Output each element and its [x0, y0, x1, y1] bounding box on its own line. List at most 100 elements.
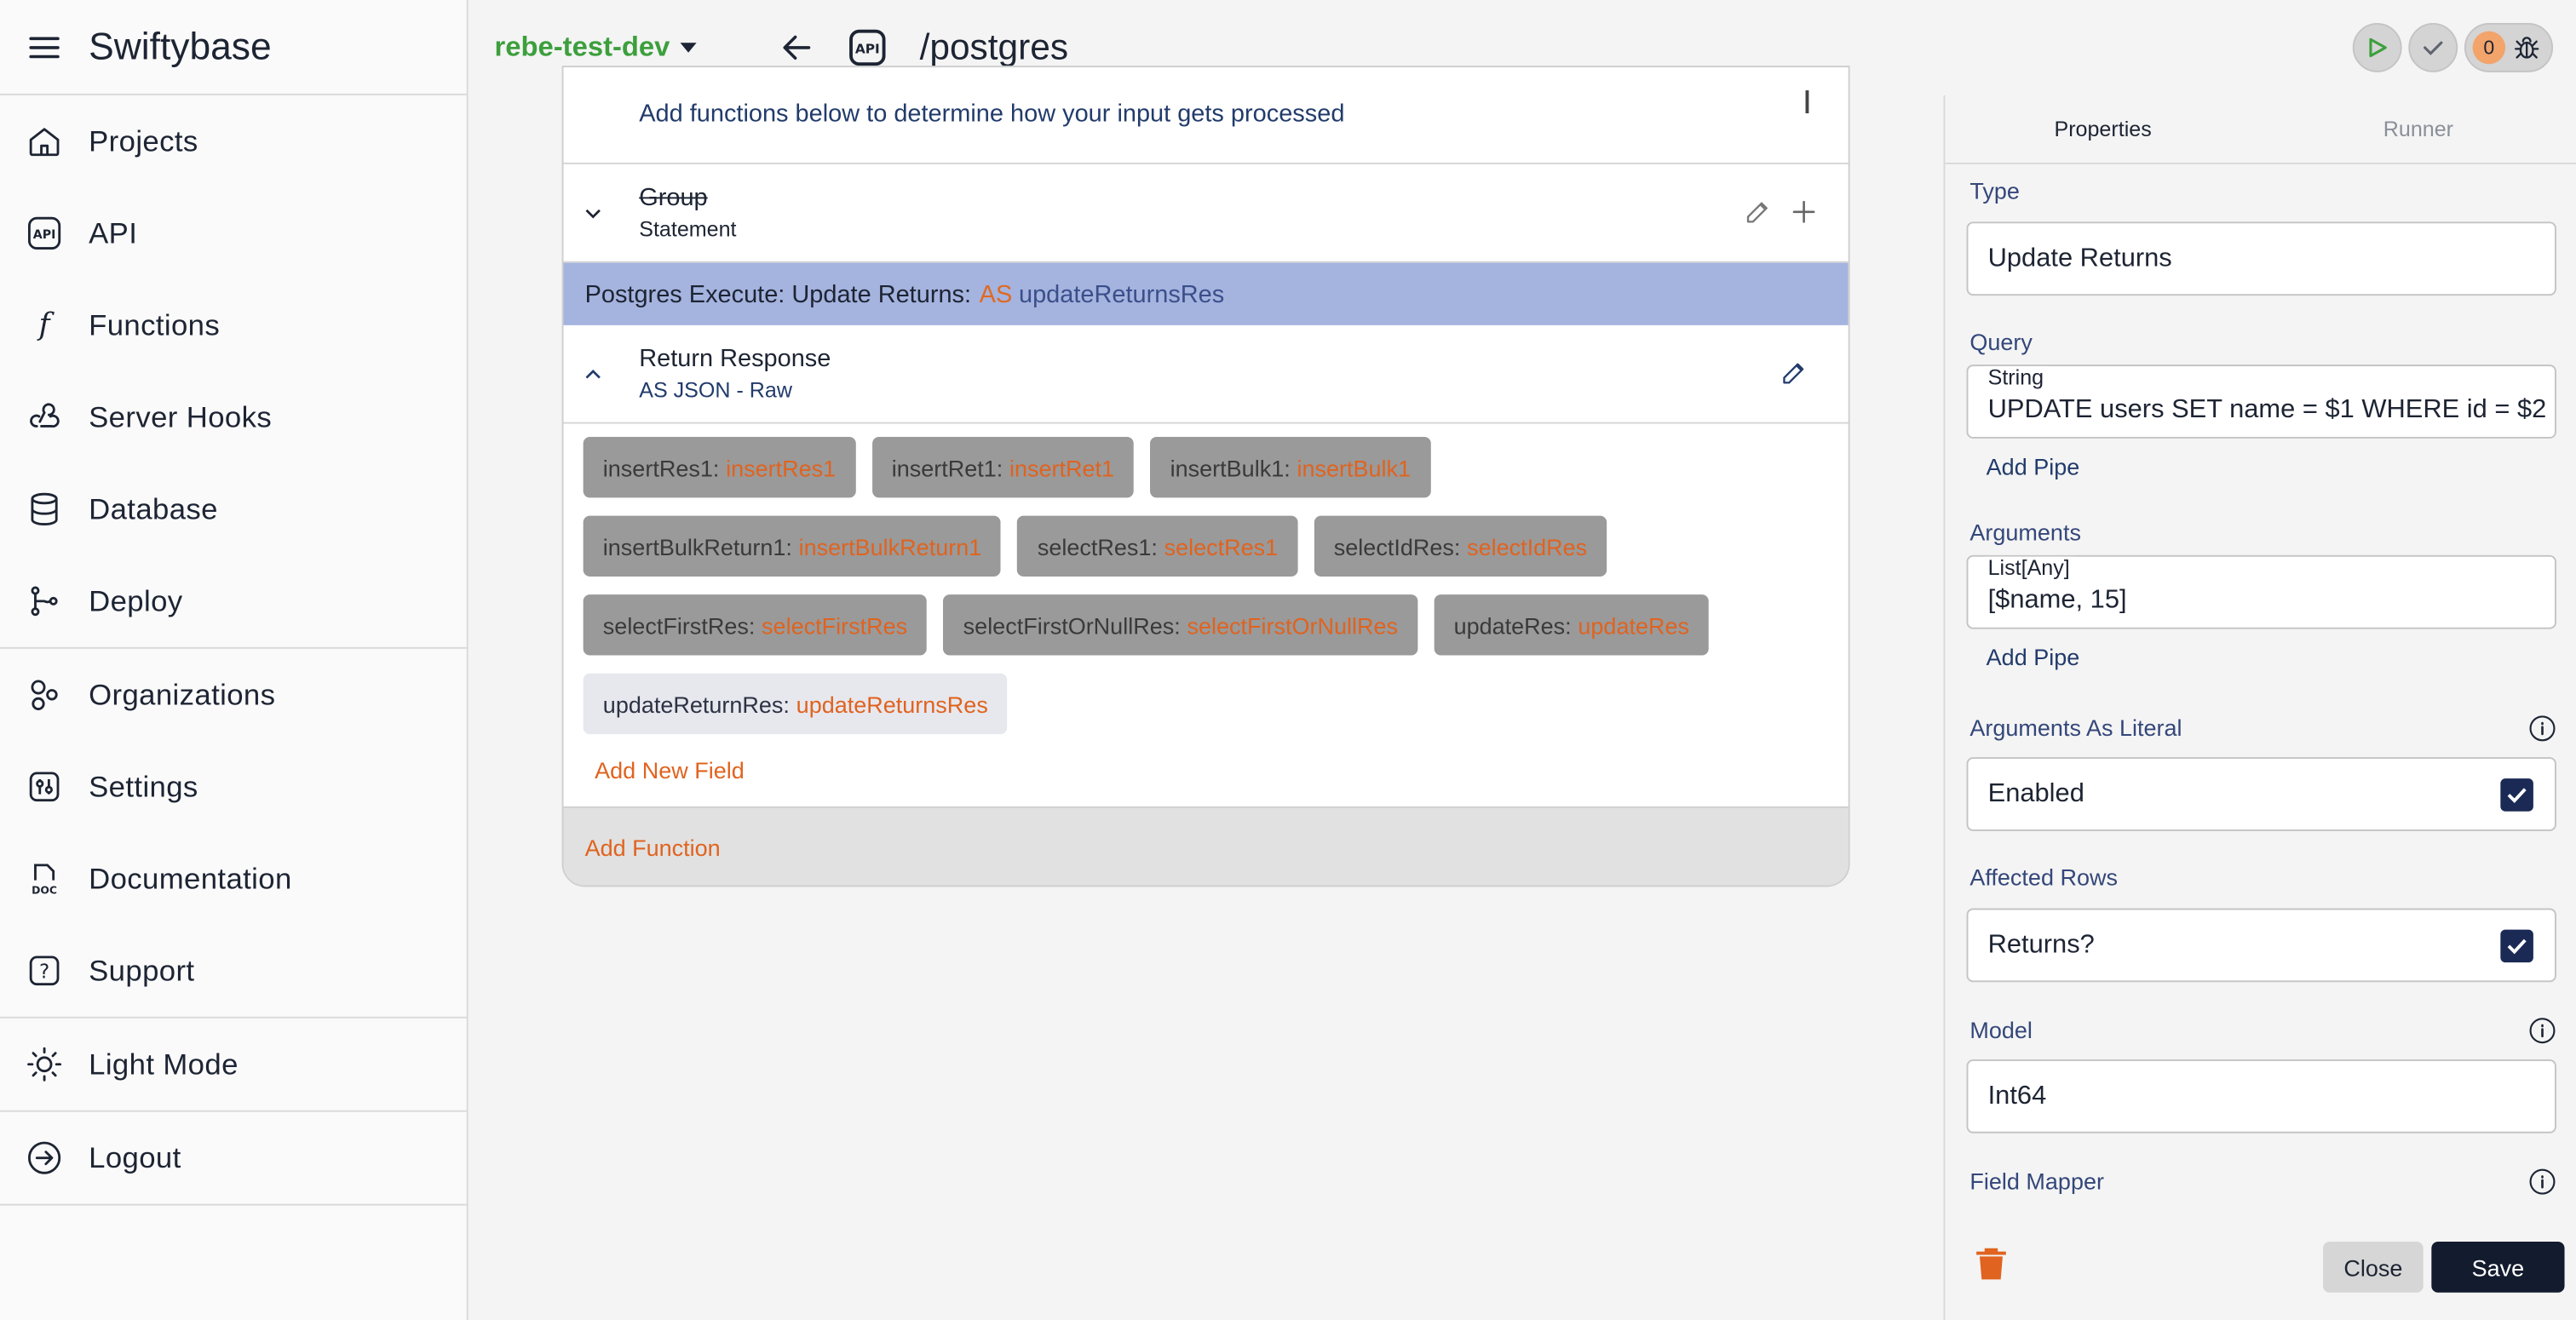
tab-properties[interactable]: Properties — [1945, 95, 2260, 163]
response-field-chip[interactable]: selectIdRes: selectIdRes — [1314, 515, 1607, 577]
response-field-chip[interactable]: selectRes1: selectRes1 — [1017, 515, 1298, 577]
webhook-icon — [26, 399, 62, 435]
svg-text:API: API — [854, 42, 879, 57]
args-literal-label: Arguments As Literal — [1969, 714, 2182, 741]
args-literal-toggle[interactable]: Enabled — [1966, 757, 2556, 831]
arrow-left-icon[interactable] — [779, 30, 814, 66]
sidebar-item-functions[interactable]: f Functions — [0, 279, 467, 371]
response-field-chip[interactable]: insertRes1: insertRes1 — [583, 437, 856, 498]
nav-group: Organizations Settings DOC Documentation? Su… — [0, 649, 467, 1019]
field-key: selectFirstOrNullRes: — [963, 611, 1181, 639]
args-literal-checkbox[interactable] — [2500, 778, 2533, 812]
response-field-chip[interactable]: selectFirstOrNullRes: selectFirstOrNullRe… — [943, 594, 1418, 656]
model-label-row: Model — [1969, 1015, 2556, 1045]
sidebar-item-label: Settings — [89, 769, 198, 803]
return-response-row[interactable]: Return Response AS JSON - Raw — [563, 325, 1849, 424]
type-label: Type — [1969, 177, 2020, 204]
svg-text:f: f — [37, 307, 55, 342]
field-value: insertBulkReturn1 — [798, 532, 982, 560]
sidebar-item-server-hooks[interactable]: Server Hooks — [0, 371, 467, 463]
affected-rows-checkbox[interactable] — [2500, 929, 2533, 963]
arguments-type-legend: List[Any] — [1984, 556, 2073, 580]
edit-pencil-icon[interactable] — [1743, 197, 1773, 227]
sidebar-item-organizations[interactable]: Organizations — [0, 649, 467, 741]
panel-tabs: Properties Runner — [1945, 95, 2576, 164]
tab-runner[interactable]: Runner — [2261, 95, 2576, 163]
chevron-down-icon[interactable] — [584, 204, 603, 223]
sidebar-item-deploy[interactable]: Deploy — [0, 555, 467, 647]
git-branch-icon — [26, 583, 62, 619]
field-key: insertRet1: — [891, 454, 1003, 481]
debug-button[interactable]: 0 — [2464, 23, 2554, 72]
add-pipe-button-query[interactable]: Add Pipe — [1987, 453, 2080, 479]
sidebar-item-label: Organizations — [89, 677, 276, 711]
sidebar-item-support[interactable]: ? Support — [0, 925, 467, 1017]
field-mapper-label: Field Mapper — [1969, 1168, 2104, 1195]
add-pipe-button-arguments[interactable]: Add Pipe — [1987, 644, 2080, 670]
sidebar-item-documentation[interactable]: DOC Documentation — [0, 833, 467, 925]
response-field-chip[interactable]: updateRes: updateRes — [1434, 594, 1710, 656]
environment-selector[interactable]: rebe-test-dev — [495, 32, 697, 65]
sidebar-item-label: Database — [89, 491, 218, 525]
model-label: Model — [1969, 1016, 2033, 1043]
trash-icon[interactable] — [1975, 1245, 2008, 1281]
save-button[interactable]: Save — [2431, 1242, 2565, 1293]
execute-as-keyword: AS — [979, 279, 1013, 308]
response-actions — [1780, 358, 1809, 387]
response-field-chip[interactable]: insertBulkReturn1: insertBulkReturn1 — [583, 515, 1002, 577]
caret-down-icon — [679, 43, 697, 53]
chevron-up-icon[interactable] — [584, 364, 603, 384]
field-key: selectFirstRes: — [602, 611, 756, 639]
add-new-field-button[interactable]: Add New Field — [595, 757, 745, 783]
hamburger-menu-icon[interactable] — [26, 29, 62, 65]
field-value: insertRes1 — [726, 454, 837, 481]
run-button[interactable] — [2352, 23, 2402, 72]
edit-pencil-icon[interactable] — [1780, 358, 1809, 387]
response-field-chip[interactable]: insertRet1: insertRet1 — [871, 437, 1135, 498]
field-value: updateReturnsRes — [796, 690, 988, 717]
sidebar-item-projects[interactable]: Projects — [0, 95, 467, 187]
arguments-value: [$name, 15] — [1987, 585, 2127, 614]
svg-text:API: API — [33, 228, 56, 242]
doc-icon: DOC — [26, 861, 62, 897]
affected-rows-toggle[interactable]: Returns? — [1966, 908, 2556, 983]
drag-handle[interactable] — [1805, 90, 1809, 114]
sidebar-item-logout[interactable]: Logout — [0, 1112, 467, 1204]
close-button[interactable]: Close — [2323, 1242, 2424, 1293]
api-icon: API — [848, 29, 886, 66]
nav-group: Projects API API f Functions Server Hooks Data… — [0, 95, 467, 649]
query-value: UPDATE users SET name = $1 WHERE id = $2 — [1987, 394, 2547, 423]
field-key: updateRes: — [1453, 611, 1572, 639]
response-field-chip[interactable]: insertBulk1: insertBulk1 — [1150, 437, 1431, 498]
sidebar-item-settings[interactable]: Settings — [0, 741, 467, 833]
logout-icon — [26, 1139, 62, 1175]
type-field[interactable]: Update Returns — [1966, 221, 2556, 296]
response-field-chip[interactable]: updateReturnRes: updateReturnsRes — [583, 673, 1008, 735]
query-field[interactable]: String UPDATE users SET name = $1 WHERE … — [1966, 364, 2556, 439]
home-icon — [26, 123, 62, 159]
field-value: selectFirstRes — [762, 611, 908, 639]
play-icon — [2369, 37, 2387, 58]
sidebar-item-database[interactable]: Database — [0, 463, 467, 555]
add-function-bar[interactable]: Add Function — [563, 806, 1849, 886]
database-icon — [26, 491, 62, 527]
response-field-chip[interactable]: selectFirstRes: selectFirstRes — [583, 594, 928, 656]
sidebar-item-label: Support — [89, 953, 195, 987]
field-key: updateReturnRes: — [602, 690, 790, 717]
nav-group: Light Mode — [0, 1019, 467, 1112]
sidebar-item-light-mode[interactable]: Light Mode — [0, 1019, 467, 1111]
arguments-field[interactable]: List[Any] [$name, 15] — [1966, 554, 2556, 629]
group-statement-row[interactable]: Group Statement — [563, 164, 1849, 263]
postgres-execute-step[interactable]: Postgres Execute: Update Returns: AS upd… — [563, 262, 1849, 325]
info-icon[interactable] — [2528, 1167, 2556, 1195]
flow-header: Add functions below to determine how you… — [563, 67, 1849, 164]
validate-button[interactable] — [2408, 23, 2458, 72]
info-icon[interactable] — [2528, 1016, 2556, 1044]
type-value: Update Returns — [1987, 244, 2172, 273]
organizations-icon — [26, 677, 62, 713]
info-icon[interactable] — [2528, 714, 2556, 742]
affected-rows-value: Returns? — [1987, 930, 2095, 959]
model-field[interactable]: Int64 — [1966, 1059, 2556, 1133]
plus-icon[interactable] — [1789, 197, 1819, 227]
sidebar-item-api[interactable]: API API — [0, 187, 467, 279]
